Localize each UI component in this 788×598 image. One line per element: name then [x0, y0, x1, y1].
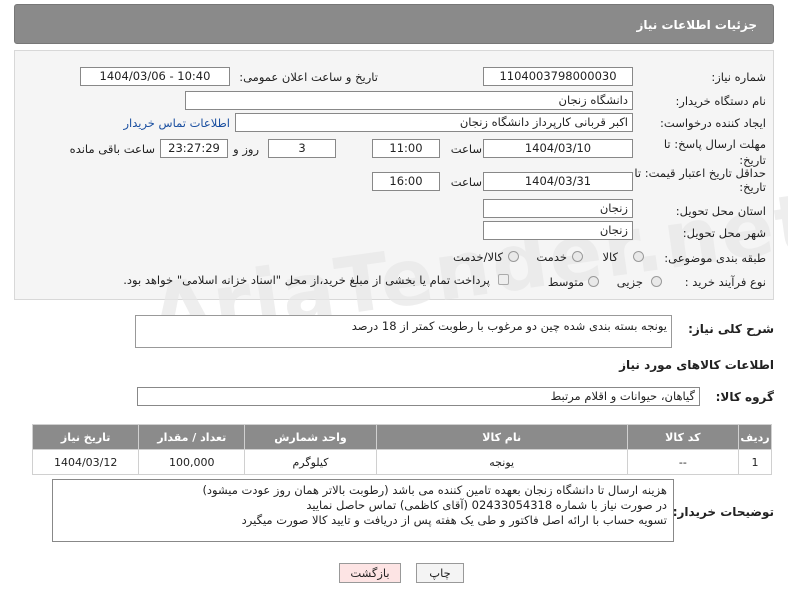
col-code: کد کالا — [626, 424, 740, 450]
category-option-both: کالا/خدمت — [452, 250, 503, 264]
description-textarea[interactable]: یونجه بسته بندی شده چین دو مرغوب با رطوب… — [135, 315, 672, 348]
need-number-label: شماره نیاز: — [711, 70, 766, 84]
announce-field: 1404/03/06 - 10:40 — [80, 67, 230, 86]
process-option-minor: جزیی — [616, 275, 643, 289]
category-radio-service[interactable] — [572, 251, 583, 262]
description-label: شرح کلی نیاز: — [688, 322, 774, 336]
buyer-org-label: نام دستگاه خریدار: — [675, 94, 766, 108]
cell-name: یونجه — [375, 449, 628, 475]
validity-label: حداقل تاریخ اعتبار قیمت: تا تاریخ: — [634, 166, 766, 194]
goods-section-title: اطلاعات کالاهای مورد نیاز — [619, 358, 774, 372]
buyer-note-line: هزینه ارسال تا دانشگاه زنجان بعهده تامین… — [202, 483, 667, 497]
remaining-label: ساعت باقی مانده — [69, 142, 155, 156]
creator-label: ایجاد کننده درخواست: — [660, 116, 766, 130]
process-label: نوع فرآیند خرید : — [684, 275, 766, 289]
category-label: طبقه بندی موضوعی: — [664, 251, 766, 265]
col-name: نام کالا — [375, 424, 628, 450]
province-label: استان محل تحویل: — [675, 204, 766, 218]
buyer-note-line: در صورت نیاز با شماره 02433054318 (آقای … — [306, 498, 667, 512]
goods-group-label: گروه کالا: — [715, 390, 774, 404]
process-option-medium: متوسط — [547, 275, 584, 289]
buyer-notes-textarea[interactable]: هزینه ارسال تا دانشگاه زنجان بعهده تامین… — [52, 479, 674, 542]
deadline-time-field: 11:00 — [372, 139, 440, 158]
table-row: 1 -- یونجه کیلوگرم 100,000 1404/03/12 — [31, 449, 772, 475]
category-option-goods: کالا — [602, 250, 618, 264]
cell-unit: کیلوگرم — [244, 449, 377, 475]
city-field: زنجان — [483, 221, 633, 240]
category-radio-goods[interactable] — [633, 251, 644, 262]
cell-qty: 100,000 — [138, 449, 246, 475]
goods-group-field: گیاهان، حیوانات و اقلام مرتبط — [137, 387, 700, 406]
validity-time-label: ساعت — [450, 175, 482, 189]
cell-row: 1 — [738, 449, 772, 475]
remaining-time-field: 23:27:29 — [160, 139, 228, 158]
deadline-label: مهلت ارسال پاسخ: تا تاریخ: — [663, 137, 766, 167]
announce-label: تاریخ و ساعت اعلان عمومی: — [239, 70, 378, 84]
col-date: تاریخ نیاز — [31, 424, 140, 450]
contact-info-link[interactable]: اطلاعات تماس خریدار — [123, 116, 230, 130]
validity-time-field: 16:00 — [372, 172, 440, 191]
process-radio-minor[interactable] — [651, 276, 662, 287]
category-option-service: خدمت — [536, 250, 567, 264]
col-row: ردیف — [738, 424, 772, 450]
deadline-date-field: 1404/03/10 — [483, 139, 633, 158]
payment-note: پرداخت تمام یا بخشی از مبلغ خرید،از محل … — [123, 273, 490, 287]
treasury-checkbox[interactable] — [498, 274, 509, 285]
print-button[interactable]: چاپ — [416, 563, 464, 583]
validity-date-field: 1404/03/31 — [483, 172, 633, 191]
col-unit: واحد شمارش — [244, 424, 377, 450]
buyer-notes-label: توضیحات خریدار: — [672, 505, 774, 519]
cell-code: -- — [626, 449, 740, 475]
days-field: 3 — [268, 139, 336, 158]
col-qty: تعداد / مقدار — [138, 424, 246, 450]
cell-date: 1404/03/12 — [31, 449, 140, 475]
process-radio-medium[interactable] — [588, 276, 599, 287]
page-title: جزئیات اطلاعات نیاز — [636, 18, 757, 32]
province-field: زنجان — [483, 199, 633, 218]
back-button[interactable]: بازگشت — [339, 563, 401, 583]
days-label: روز و — [233, 142, 259, 156]
goods-table: ردیف کد کالا نام کالا واحد شمارش تعداد /… — [31, 424, 772, 475]
need-number-field: 1104003798000030 — [483, 67, 633, 86]
buyer-note-line: تسویه حساب با ارائه اصل فاکتور و طی یک ه… — [241, 513, 667, 527]
category-radio-both[interactable] — [508, 251, 519, 262]
city-label: شهر محل تحویل: — [682, 226, 766, 240]
creator-field: اکبر قربانی کارپرداز دانشگاه زنجان — [235, 113, 633, 132]
panel-header: جزئیات اطلاعات نیاز — [14, 4, 774, 44]
buyer-org-field: دانشگاه زنجان — [185, 91, 633, 110]
deadline-time-label: ساعت — [450, 142, 482, 156]
